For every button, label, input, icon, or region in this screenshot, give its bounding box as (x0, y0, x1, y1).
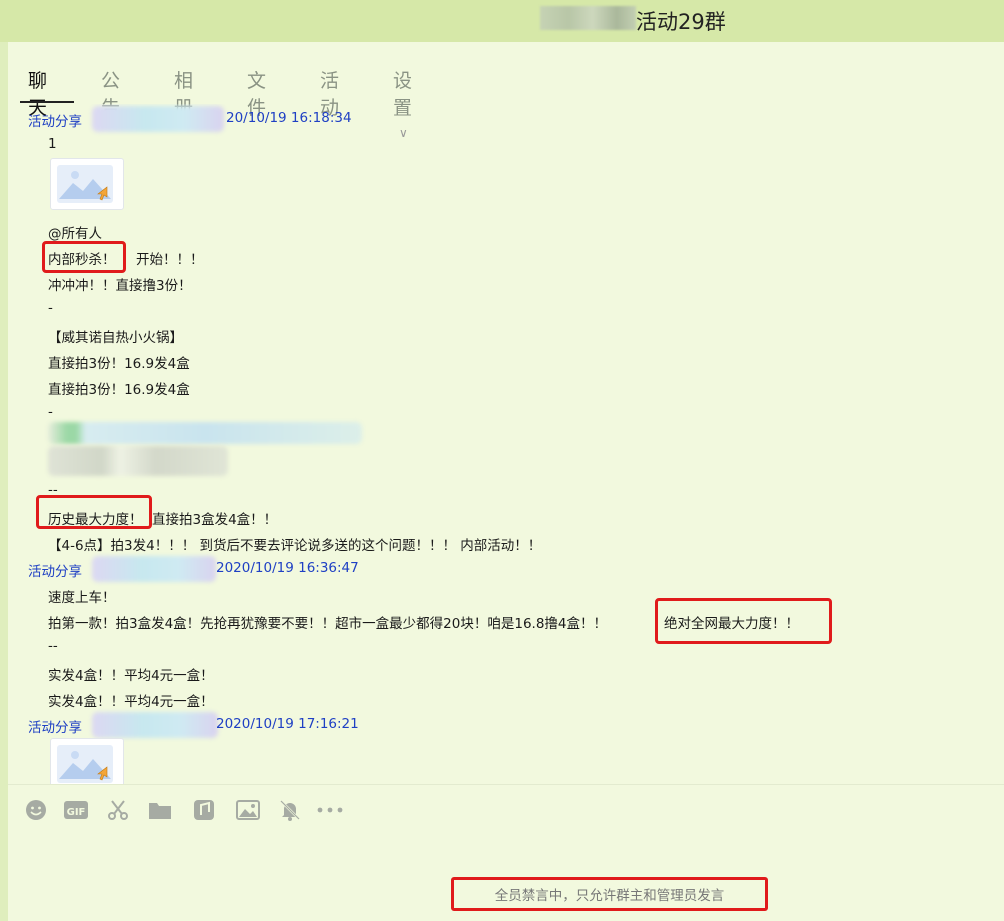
window-title: 活动29群 (636, 10, 726, 34)
message-sender[interactable]: 活动分享 (28, 110, 82, 130)
message-timestamp: 2020/10/19 17:16:21 (216, 716, 359, 732)
blurred-group-name (540, 6, 636, 30)
message-text: 拍第一款！拍3盒发4盒！先抢再犹豫要不要！！超市一盒最少都得20块！咱是16.8… (48, 616, 608, 632)
message-text: -- (48, 482, 58, 498)
message-text: 历史最大力度！ (48, 512, 143, 528)
image-placeholder[interactable] (50, 158, 124, 210)
message-sender[interactable]: 活动分享 (28, 560, 82, 580)
image-icon (57, 745, 113, 783)
message-text: 绝对全网最大力度！！ (664, 616, 799, 632)
scissors-icon[interactable] (104, 796, 132, 824)
emoji-icon[interactable] (22, 796, 50, 824)
more-icon[interactable] (316, 796, 344, 824)
svg-text:GIF: GIF (67, 807, 86, 818)
message-text: 【4-6点】拍3发4！！！ 到货后不要去评论说多送的这个问题！！！ 内部活动！！ (48, 538, 542, 554)
message-text: 内部秒杀！ (48, 252, 116, 268)
message-text: 直接拍3份！16.9发4盒 (48, 382, 190, 398)
gif-icon[interactable]: GIF (62, 796, 90, 824)
mute-notice-text: 全员禁言中，只允许群主和管理员发言 (494, 888, 725, 904)
bell-mute-icon[interactable] (276, 796, 304, 824)
blurred-sender-name (92, 106, 224, 132)
image-icon (57, 165, 113, 203)
active-tab-indicator (20, 101, 74, 103)
message-text: 直接拍3份！16.9发4盒 (48, 356, 190, 372)
folder-icon[interactable] (146, 796, 174, 824)
title-bar: 活动29群 (0, 0, 1004, 42)
message-text: 冲冲冲！！直接撸3份！ (48, 278, 192, 294)
message-text: @所有人 (48, 226, 102, 242)
message-timestamp: 2020/10/19 16:36:47 (216, 560, 359, 576)
image-icon[interactable] (234, 796, 262, 824)
left-edge (0, 42, 8, 921)
message-text: 直接拍3盒发4盒！！ (152, 512, 278, 528)
message-text: 开始！！！ (136, 252, 204, 268)
input-divider (8, 784, 1004, 785)
message-timestamp: 20/10/19 16:18:34 (226, 110, 352, 126)
message-text: 【威其诺自热小火锅】 (48, 330, 183, 346)
message-text: 1 (48, 136, 57, 152)
message-text: 实发4盒！！平均4元一盒！ (48, 694, 214, 710)
chat-area[interactable]: 活动分享 20/10/19 16:18:34 1 @所有人 内部秒杀！ 开始！！… (8, 104, 1004, 784)
message-sender[interactable]: 活动分享 (28, 716, 82, 736)
message-text: - (48, 404, 53, 420)
blurred-content (48, 422, 362, 444)
message-text: 速度上车！ (48, 590, 116, 606)
blurred-sender-name (92, 712, 218, 738)
image-placeholder[interactable] (50, 738, 124, 784)
blurred-sender-name (92, 556, 216, 582)
blurred-content (48, 446, 228, 476)
mute-notice: 全员禁言中，只允许群主和管理员发言 (451, 877, 768, 911)
message-text: -- (48, 638, 58, 654)
message-text: - (48, 300, 53, 316)
music-icon[interactable] (190, 796, 218, 824)
message-text: 实发4盒！！平均4元一盒！ (48, 668, 214, 684)
